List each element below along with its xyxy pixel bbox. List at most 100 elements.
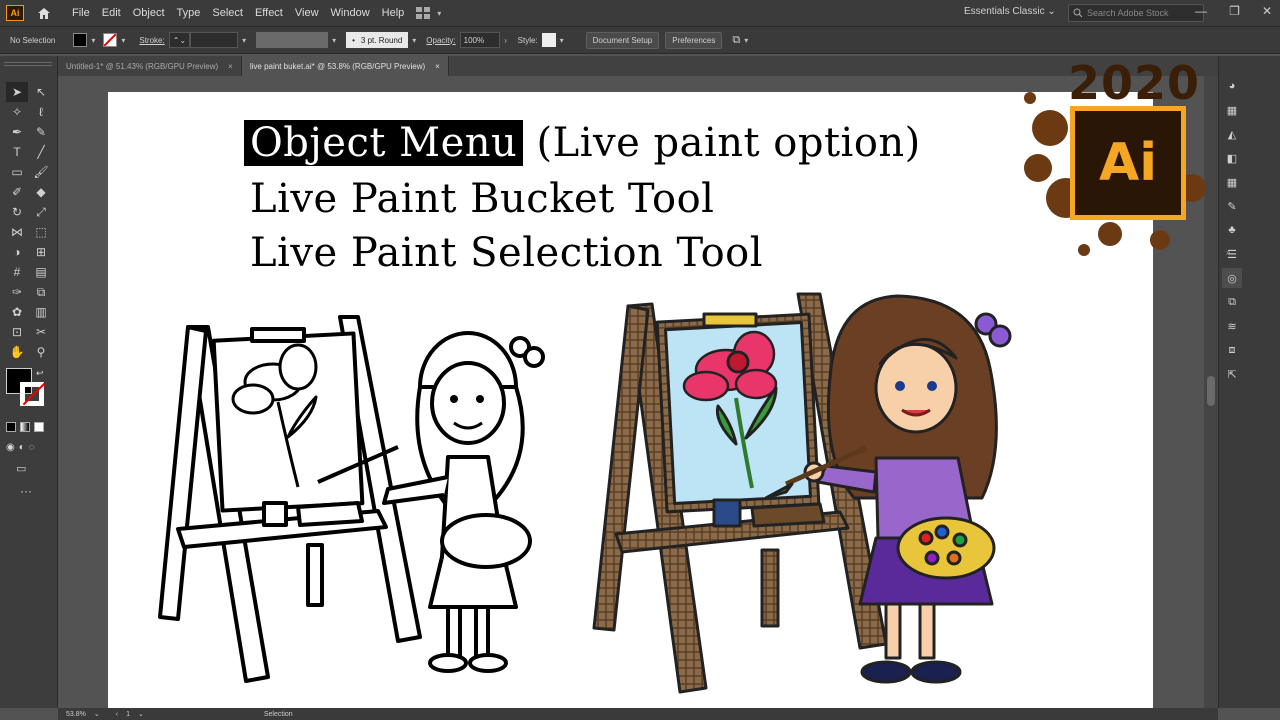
search-stock-field[interactable]: Search Adobe Stock	[1068, 4, 1204, 22]
menu-type[interactable]: Type	[171, 7, 207, 19]
close-icon[interactable]: ✕	[1262, 4, 1272, 18]
close-icon[interactable]: ×	[228, 62, 233, 71]
transparency-panel-icon[interactable]: ◧	[1222, 148, 1242, 168]
shaper-tool-icon[interactable]: ✐	[6, 182, 28, 202]
preferences-button[interactable]: Preferences	[665, 31, 723, 49]
line-tool-icon[interactable]: ╱	[30, 142, 52, 162]
type-tool-icon[interactable]: T	[6, 142, 28, 162]
color-guide-icon[interactable]: ▦	[1222, 100, 1242, 120]
gradient-mode-icon[interactable]	[20, 422, 30, 432]
artboard-number[interactable]: 1	[126, 711, 130, 718]
chevron-down-icon[interactable]: ▾	[117, 36, 129, 45]
menu-window[interactable]: Window	[325, 7, 376, 19]
layers-panel-icon[interactable]: ≋	[1222, 316, 1242, 336]
gradient-tool-icon[interactable]: ▤	[30, 262, 52, 282]
chevron-down-icon[interactable]: ▾	[556, 36, 568, 45]
shape-builder-tool-icon[interactable]: ◑	[6, 242, 28, 262]
tab-untitled[interactable]: Untitled-1* @ 51.43% (RGB/GPU Preview) ×	[58, 56, 242, 76]
arrange-documents-button[interactable]: ▾	[416, 7, 445, 19]
free-transform-tool-icon[interactable]: ⬚	[30, 222, 52, 242]
zoom-tool-icon[interactable]: ⚲	[30, 342, 52, 362]
eraser-tool-icon[interactable]: ◆	[30, 182, 52, 202]
curvature-tool-icon[interactable]: ✎	[30, 122, 52, 142]
panel-grip[interactable]	[4, 62, 52, 66]
draw-normal-icon[interactable]: ◉	[6, 442, 15, 453]
symbol-sprayer-tool-icon[interactable]: ✿	[6, 302, 28, 322]
slice-tool-icon[interactable]: ✂	[30, 322, 52, 342]
menu-view[interactable]: View	[289, 7, 325, 19]
hand-tool-icon[interactable]: ✋	[6, 342, 28, 362]
chevron-down-icon[interactable]: ▾	[740, 36, 752, 45]
chevron-down-icon[interactable]: ▾	[328, 36, 340, 45]
menu-edit[interactable]: Edit	[96, 7, 127, 19]
fill-swatch[interactable]	[73, 33, 88, 47]
stroke-label[interactable]: Stroke:	[139, 36, 164, 45]
color-panel-icon[interactable]: ◕	[1222, 76, 1242, 96]
rotate-tool-icon[interactable]: ↻	[6, 202, 28, 222]
gradient-panel-icon[interactable]: ◭	[1222, 124, 1242, 144]
chevron-down-icon[interactable]: ▾	[87, 36, 99, 45]
stroke-weight-stepper[interactable]: ⌃⌄	[168, 32, 191, 48]
paintbrush-tool-icon[interactable]: 🖌	[30, 162, 52, 182]
chevron-down-icon[interactable]: ⌄	[94, 710, 100, 718]
opacity-field[interactable]: 100%	[459, 32, 500, 48]
menu-object[interactable]: Object	[127, 7, 171, 19]
maximize-icon[interactable]: ❐	[1229, 4, 1240, 18]
minimize-icon[interactable]: —	[1195, 4, 1207, 18]
more-tools-icon[interactable]: ···	[20, 484, 32, 498]
menu-select[interactable]: Select	[206, 7, 249, 19]
workspace-switcher[interactable]: Essentials Classic ⌄	[964, 6, 1056, 17]
column-graph-tool-icon[interactable]: ▥	[30, 302, 52, 322]
stroke-weight-field[interactable]	[190, 32, 239, 48]
variable-width-profile[interactable]	[256, 32, 329, 48]
menu-file[interactable]: File	[66, 7, 96, 19]
artboard[interactable]: Object Menu (Live paint option) Live Pai…	[108, 92, 1153, 708]
properties-panel-icon[interactable]: ☰	[1222, 244, 1242, 264]
artboard-tool-icon[interactable]: ⊡	[6, 322, 28, 342]
direct-selection-tool-icon[interactable]: ↖	[30, 82, 52, 102]
pen-tool-icon[interactable]: ✒	[6, 122, 28, 142]
stroke-swatch[interactable]	[103, 33, 118, 47]
zoom-level[interactable]: 53.8%	[66, 711, 86, 718]
blend-tool-icon[interactable]: ⧉	[30, 282, 52, 302]
scroll-thumb[interactable]	[1207, 376, 1215, 406]
tab-live-paint[interactable]: live paint buket.ai* @ 53.8% (RGB/GPU Pr…	[241, 56, 449, 76]
swap-icon[interactable]: ↩	[36, 368, 44, 379]
draw-behind-icon[interactable]: ◐	[19, 442, 25, 453]
graphic-styles-icon[interactable]: ◎	[1222, 268, 1242, 288]
brush-definition[interactable]: • 3 pt. Round	[346, 32, 409, 48]
chevron-right-icon[interactable]: ›	[500, 36, 512, 45]
chevron-down-icon[interactable]: ⌄	[138, 710, 144, 718]
screen-mode-icon[interactable]: ▭	[16, 462, 26, 475]
rectangle-tool-icon[interactable]: ▭	[6, 162, 28, 182]
artboards-panel-icon[interactable]: ⧈	[1222, 340, 1242, 360]
chevron-down-icon[interactable]: ▾	[408, 36, 420, 45]
chevron-down-icon[interactable]: ▾	[238, 36, 250, 45]
perspective-grid-tool-icon[interactable]: ⊞	[30, 242, 52, 262]
mesh-tool-icon[interactable]: #	[6, 262, 28, 282]
home-icon[interactable]	[36, 5, 52, 21]
document-setup-button[interactable]: Document Setup	[585, 31, 660, 49]
stroke-color-box[interactable]	[20, 382, 44, 406]
selection-tool-icon[interactable]: ➤	[6, 82, 28, 102]
lasso-tool-icon[interactable]: ℓ	[30, 102, 52, 122]
links-panel-icon[interactable]: ⇱	[1222, 364, 1242, 384]
eyedropper-tool-icon[interactable]: ✑	[6, 282, 28, 302]
collapse-panels-icon[interactable]: »	[1226, 248, 1230, 257]
color-mode-icon[interactable]	[6, 422, 16, 432]
graphic-style-swatch[interactable]	[541, 33, 556, 47]
menu-effect[interactable]: Effect	[249, 7, 289, 19]
none-mode-icon[interactable]	[34, 422, 44, 432]
close-icon[interactable]: ×	[435, 62, 440, 71]
opacity-label[interactable]: Opacity:	[426, 36, 455, 45]
asset-export-icon[interactable]: ⧉	[1222, 292, 1242, 312]
width-tool-icon[interactable]: ⋈	[6, 222, 28, 242]
arrange-icon[interactable]: ⧉	[732, 34, 740, 47]
symbols-panel-icon[interactable]: ♣	[1222, 220, 1242, 240]
scale-tool-icon[interactable]: ⤢	[30, 202, 52, 222]
magic-wand-tool-icon[interactable]: ✧	[6, 102, 28, 122]
artboard-nav-prev-icon[interactable]: ‹	[116, 711, 118, 718]
brushes-panel-icon[interactable]: ✎	[1222, 196, 1242, 216]
swatches-panel-icon[interactable]: ▦	[1222, 172, 1242, 192]
draw-inside-icon[interactable]: ◌	[29, 442, 35, 453]
